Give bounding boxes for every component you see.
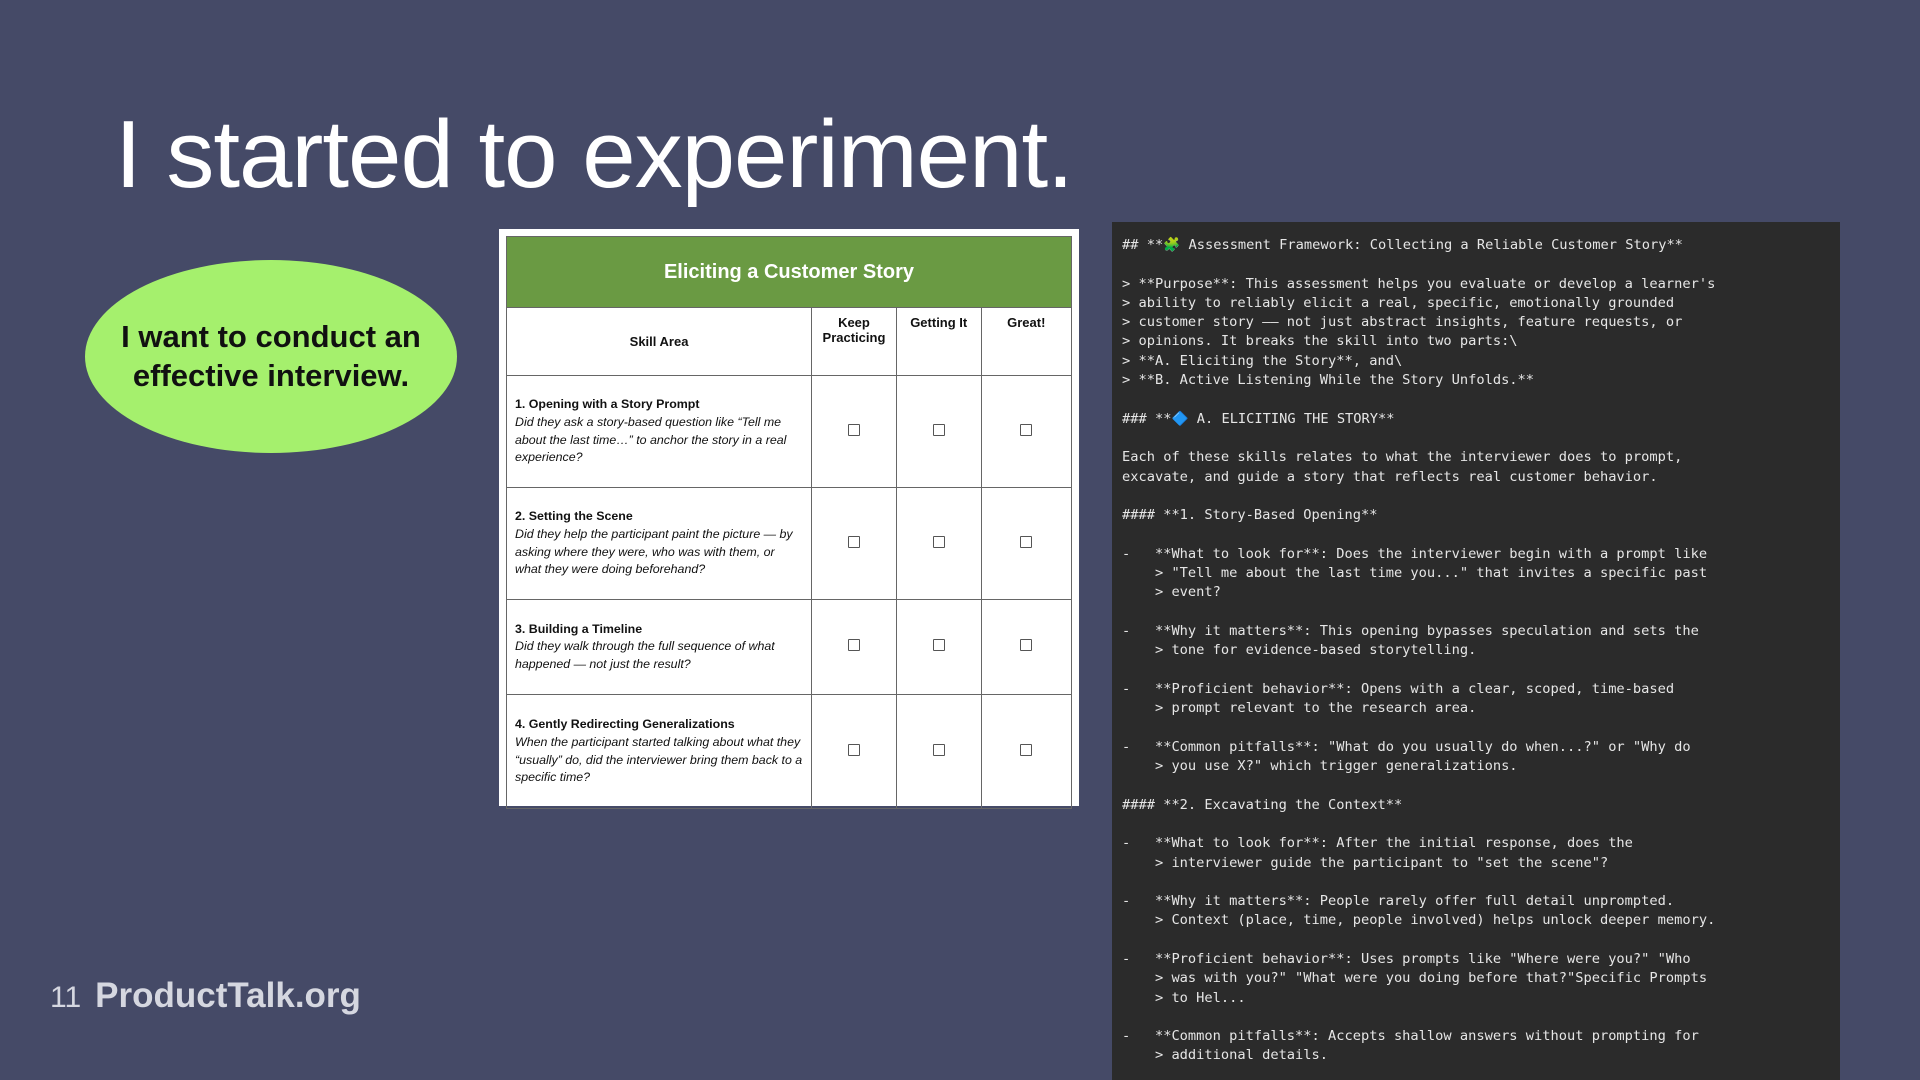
skill-name: 4. Gently Redirecting Generalizations (515, 717, 735, 732)
markdown-line: > **A. Eliciting the Story**, and\ (1122, 352, 1403, 369)
skill-name: 1. Opening with a Story Prompt (515, 397, 700, 412)
rubric-card: Eliciting a Customer Story Skill Area Ke… (499, 229, 1079, 809)
markdown-line: > interviewer guide the participant to "… (1122, 854, 1609, 871)
markdown-line: ## **🧩 Assessment Framework: Collecting … (1122, 237, 1683, 253)
rubric-table: Eliciting a Customer Story Skill Area Ke… (505, 236, 1073, 809)
getting-it-checkbox[interactable] (932, 639, 945, 651)
markdown-line: > opinions. It breaks the skill into two… (1122, 333, 1518, 350)
page-number: 11 (50, 981, 82, 1014)
markdown-line: > **Purpose**: This assessment helps you… (1122, 275, 1716, 292)
markdown-line: excavate, and guide a story that reflect… (1122, 468, 1658, 485)
markdown-line: ### **🔷 A. ELICITING THE STORY** (1122, 410, 1395, 427)
markdown-line (1122, 429, 1830, 448)
getting-it-checkbox[interactable] (932, 423, 945, 436)
brand-logo-text: ProductTalk.org (95, 976, 361, 1015)
keep-practicing-checkbox[interactable] (847, 423, 860, 436)
markdown-line (1122, 603, 1830, 622)
slide-footer: 11 ProductTalk.org (50, 976, 361, 1016)
rubric-row: 1. Opening with a Story Prompt Did they … (505, 375, 1073, 488)
header-skill-area: Skill Area (505, 307, 813, 376)
slide-title: I started to experiment. (115, 101, 1074, 208)
rubric-header-row: Skill Area Keep Practicing Getting It Gr… (505, 307, 1073, 376)
great-checkbox[interactable] (1020, 639, 1033, 651)
markdown-line (1122, 776, 1830, 795)
markdown-line: > additional details. (1122, 1047, 1329, 1064)
markdown-line (1122, 718, 1830, 737)
markdown-line: > prompt relevant to the research area. (1122, 700, 1477, 717)
markdown-line: - **Why it matters**: This opening bypas… (1122, 622, 1699, 639)
rubric-row: 4. Gently Redirecting Generalizations Wh… (505, 694, 1073, 809)
markdown-line: > **B. Active Listening While the Story … (1122, 372, 1535, 389)
markdown-line (1122, 390, 1830, 409)
skill-description: Did they help the participant paint the … (515, 526, 793, 577)
markdown-line: > was with you?" "What were you doing be… (1122, 970, 1708, 987)
markdown-line (1122, 1008, 1830, 1027)
keep-practicing-checkbox[interactable] (847, 535, 860, 548)
skill-name: 3. Building a Timeline (515, 621, 643, 636)
markdown-line: #### **1. Story-Based Opening** (1122, 507, 1378, 524)
header-keep-practicing: Keep Practicing (811, 307, 897, 376)
skill-description: Did they walk through the full sequence … (515, 639, 775, 671)
markdown-line: > to Hel... (1122, 989, 1246, 1006)
skill-cell: 1. Opening with a Story Prompt Did they … (505, 375, 813, 488)
markdown-line (1122, 487, 1830, 506)
markdown-line (1122, 815, 1830, 834)
keep-practicing-checkbox[interactable] (847, 639, 860, 651)
markdown-line: Each of these skills relates to what the… (1122, 449, 1683, 466)
skill-cell: 2. Setting the Scene Did they help the p… (505, 487, 813, 600)
rubric-title: Eliciting a Customer Story (506, 236, 1072, 308)
getting-it-checkbox[interactable] (932, 535, 945, 548)
markdown-line: - **What to look for**: After the initia… (1122, 835, 1633, 852)
markdown-line: > Context (place, time, people involved)… (1122, 912, 1716, 929)
markdown-line: - **Common pitfalls**: "What do you usua… (1122, 738, 1691, 755)
markdown-line: - **Why it matters**: People rarely offe… (1122, 893, 1675, 910)
markdown-line: > tone for evidence-based storytelling. (1122, 642, 1477, 659)
markdown-line: > you use X?" which trigger generalizati… (1122, 758, 1518, 775)
markdown-line (1122, 255, 1830, 274)
markdown-line: > customer story —— not just abstract in… (1122, 314, 1683, 331)
skill-name: 2. Setting the Scene (515, 509, 633, 524)
markdown-line (1122, 931, 1830, 950)
great-checkbox[interactable] (1020, 423, 1033, 436)
skill-description: When the participant started talking abo… (515, 734, 803, 785)
great-checkbox[interactable] (1020, 743, 1033, 756)
skill-cell: 4. Gently Redirecting Generalizations Wh… (505, 694, 813, 809)
markdown-line: > event? (1122, 584, 1221, 601)
markdown-line (1122, 873, 1830, 892)
markdown-line: #### **2. Excavating the Context** (1122, 796, 1403, 813)
markdown-line: - **Proficient behavior**: Uses prompts … (1122, 950, 1691, 967)
great-checkbox[interactable] (1020, 535, 1033, 548)
markdown-line: - **What to look for**: Does the intervi… (1122, 545, 1708, 562)
markdown-line (1122, 525, 1830, 544)
markdown-line (1122, 661, 1830, 680)
skill-cell: 3. Building a Timeline Did they walk thr… (505, 599, 813, 695)
goal-speech-bubble: I want to conduct an effective interview… (85, 260, 457, 453)
markdown-line: - **Common pitfalls**: Accepts shallow a… (1122, 1028, 1699, 1045)
header-getting-it: Getting It (895, 307, 982, 376)
getting-it-checkbox[interactable] (932, 743, 945, 756)
markdown-line: > "Tell me about the last time you..." t… (1122, 565, 1708, 582)
keep-practicing-checkbox[interactable] (847, 743, 860, 756)
markdown-line: - **Proficient behavior**: Opens with a … (1122, 680, 1675, 697)
markdown-line: > ability to reliably elicit a real, spe… (1122, 294, 1675, 311)
rubric-row: 2. Setting the Scene Did they help the p… (505, 487, 1073, 600)
rubric-row: 3. Building a Timeline Did they walk thr… (505, 599, 1073, 695)
header-great: Great! (980, 307, 1073, 376)
markdown-document: ## **🧩 Assessment Framework: Collecting … (1112, 222, 1840, 1080)
skill-description: Did they ask a story-based question like… (515, 414, 787, 465)
